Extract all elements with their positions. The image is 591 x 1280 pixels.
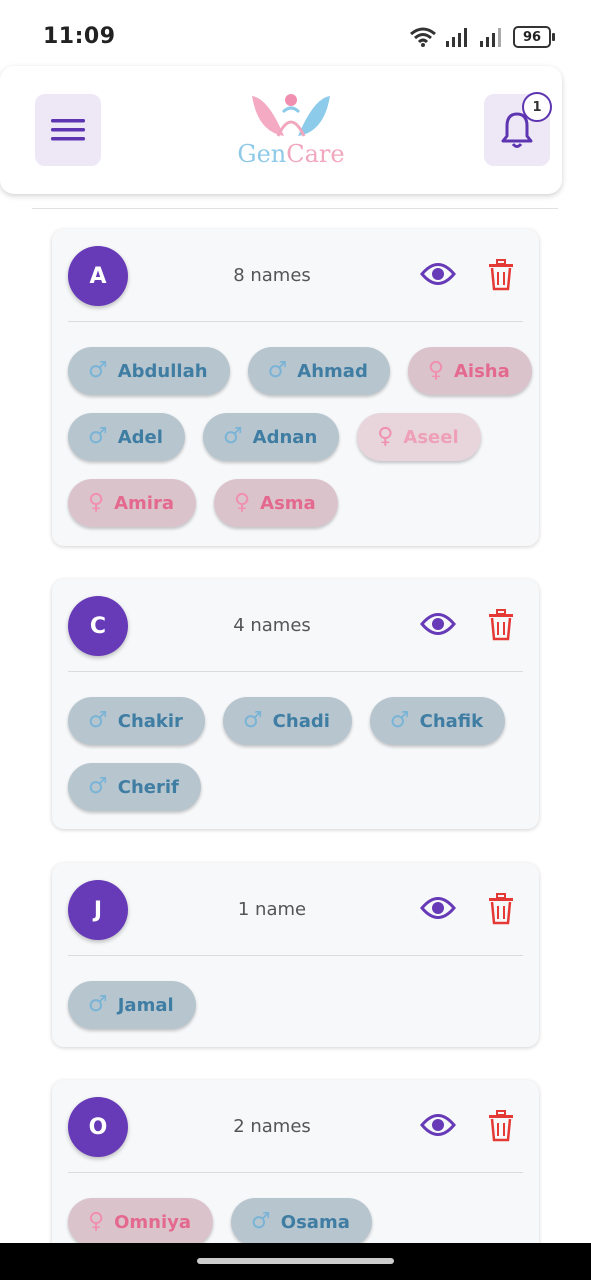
female-icon: ♀: [234, 490, 251, 515]
name-chip[interactable]: ♂ Cherif: [68, 763, 201, 811]
name-chip-list: ♀ Omniya ♂ Osama: [68, 1198, 538, 1246]
female-icon: ♀: [427, 358, 444, 383]
female-icon: ♀: [377, 424, 394, 449]
name-chip[interactable]: ♂ Chakir: [68, 697, 205, 745]
name-chip[interactable]: ♀ Amira: [68, 479, 197, 527]
letter-group-card: J 1 name ♂ Jamal: [52, 863, 539, 1047]
name-chip[interactable]: ♂ Adel: [68, 413, 185, 461]
card-divider: [68, 955, 523, 956]
letter-group-card: A 8 names ♂ Abdullah ♂ Ahmad ♀ Aisha ♂ Adel …: [52, 229, 539, 546]
name-chip[interactable]: ♂ Abdullah: [68, 347, 230, 395]
name-count: 2 names: [233, 1116, 311, 1137]
letter-avatar: O: [68, 1097, 128, 1157]
home-gesture-handle[interactable]: [197, 1258, 394, 1264]
trash-icon[interactable]: [487, 1110, 515, 1142]
eye-icon[interactable]: [420, 895, 456, 921]
header-divider: [32, 208, 558, 209]
letter-group-card: C 4 names ♂ Chakir ♂ Chadi ♂ Chafik ♂ Cherif: [52, 579, 539, 829]
name-count: 4 names: [233, 615, 311, 636]
system-navigation-bar: [0, 1243, 591, 1280]
signal-icon-2: [480, 28, 501, 47]
trash-icon[interactable]: [487, 893, 515, 925]
name-chip[interactable]: ♀ Asma: [214, 479, 338, 527]
name-chip[interactable]: ♂ Adnan: [202, 413, 340, 461]
battery-icon: 96: [513, 26, 555, 48]
name-count: 1 name: [237, 899, 307, 920]
name-count: 8 names: [233, 265, 311, 286]
app-logo: GenCare: [228, 88, 354, 178]
card-divider: [68, 321, 523, 322]
name-chip-list: ♂ Jamal: [68, 981, 538, 1029]
male-icon: ♂: [251, 1209, 271, 1234]
male-icon: ♂: [389, 708, 410, 733]
status-icons: 96: [409, 24, 555, 50]
status-bar: 11:09 96: [0, 0, 591, 70]
name-chip[interactable]: ♀ Aisha: [407, 347, 532, 395]
name-chip[interactable]: ♀ Aseel: [357, 413, 481, 461]
male-icon: ♂: [88, 424, 108, 449]
name-chip[interactable]: ♂ Ahmad: [247, 347, 390, 395]
card-divider: [68, 671, 523, 672]
notifications-button[interactable]: 1: [484, 92, 552, 166]
name-chip[interactable]: ♂ Osama: [231, 1198, 372, 1246]
trash-icon[interactable]: [487, 609, 515, 641]
male-icon: ♂: [88, 774, 108, 799]
status-time: 11:09: [43, 24, 116, 49]
eye-icon[interactable]: [420, 611, 456, 637]
card-divider: [68, 1172, 523, 1173]
male-icon: ♂: [88, 708, 108, 733]
name-chip[interactable]: ♂ Jamal: [68, 981, 196, 1029]
male-icon: ♂: [88, 992, 108, 1017]
hamburger-icon: [51, 119, 85, 141]
letter-avatar: A: [68, 246, 128, 306]
letter-avatar: C: [68, 596, 128, 656]
name-chip-list: ♂ Abdullah ♂ Ahmad ♀ Aisha ♂ Adel ♂ Adnan ♀ As…: [68, 347, 538, 527]
female-icon: ♀: [88, 1209, 105, 1234]
male-icon: ♂: [242, 708, 263, 733]
male-icon: ♂: [222, 424, 243, 449]
logo-text: GenCare: [237, 140, 345, 168]
signal-icon: [446, 28, 467, 47]
eye-icon[interactable]: [420, 261, 456, 287]
female-icon: ♀: [88, 490, 105, 515]
letter-avatar: J: [68, 880, 128, 940]
app-header: GenCare 1: [0, 66, 562, 194]
male-icon: ♂: [88, 358, 108, 383]
menu-button[interactable]: [35, 94, 101, 166]
name-chip[interactable]: ♀ Omniya: [68, 1198, 214, 1246]
name-chip[interactable]: ♂ Chadi: [222, 697, 352, 745]
name-chip-list: ♂ Chakir ♂ Chadi ♂ Chafik ♂ Cherif: [68, 697, 538, 811]
wifi-icon: [410, 27, 436, 47]
male-icon: ♂: [267, 358, 288, 383]
name-chip[interactable]: ♂ Chafik: [369, 697, 506, 745]
eye-icon[interactable]: [420, 1112, 456, 1138]
logo-leaves-icon: [252, 94, 330, 137]
trash-icon[interactable]: [487, 259, 515, 291]
notification-badge: 1: [522, 92, 552, 122]
